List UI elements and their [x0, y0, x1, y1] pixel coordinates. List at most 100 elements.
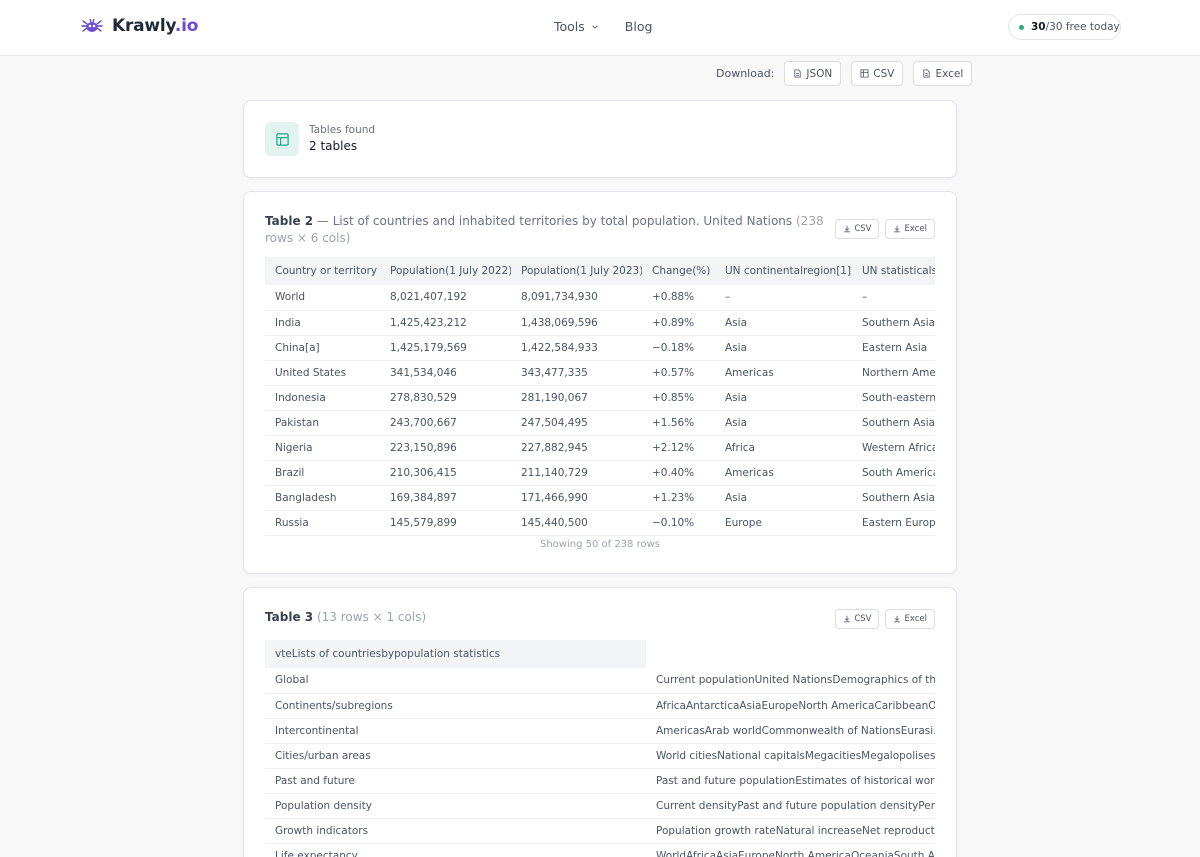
column-header: Population(1 July 2023) — [511, 257, 642, 285]
table-row: Population density Current densityPast an… — [265, 793, 935, 819]
table-cell: Past and future — [265, 768, 646, 794]
column-header: Country or territory — [265, 257, 380, 285]
table-3-csv-label: CSV — [854, 614, 872, 624]
download-csv-button[interactable]: CSV — [851, 61, 904, 86]
table-cell: +0.89% — [642, 310, 715, 336]
table-cell: 1,425,179,569 — [380, 335, 511, 361]
table-cell: Western Africa — [852, 435, 935, 461]
table-cell: 1,425,423,212 — [380, 310, 511, 336]
credits-text: 30/30 free today — [1031, 21, 1120, 33]
table-cell: World citiesNational capitalsMegacitiesM… — [646, 743, 935, 769]
table-2-name: Table 2 — [265, 214, 314, 228]
tables-found-value: 2 tables — [309, 139, 358, 153]
nav-tools[interactable]: Tools — [554, 19, 599, 34]
table-cell: United States — [265, 360, 380, 386]
table-cell: 247,504,495 — [511, 410, 642, 436]
table-cell: Indonesia — [265, 385, 380, 411]
table-row: Past and future Past and future populatio… — [265, 768, 935, 794]
nav-tools-label: Tools — [554, 19, 585, 34]
table-cell: Americas — [715, 460, 852, 486]
table-row: Cities/urban areas World citiesNational c… — [265, 743, 935, 769]
table-row: World 8,021,407,192 8,091,734,930 +0.88% – – — [265, 285, 935, 311]
download-excel-label: Excel — [935, 67, 964, 80]
table-cell: Asia — [715, 485, 852, 511]
table-cell: +0.57% — [642, 360, 715, 386]
table-row: Bangladesh 169,384,897 171,466,990 +1.23% As… — [265, 485, 935, 511]
table-cell: +1.23% — [642, 485, 715, 511]
table-row: Life expectancy WorldAfricaAsiaEuropeNort… — [265, 843, 935, 857]
table-row: Indonesia 278,830,529 281,190,067 +0.85% Asi… — [265, 385, 935, 411]
column-header — [646, 640, 935, 668]
download-json-label: JSON — [806, 67, 833, 80]
table-cell: Population growth rateNatural increaseNe… — [646, 818, 935, 844]
table-row: United States 341,534,046 343,477,335 +0.57… — [265, 360, 935, 386]
table-cell: – — [715, 285, 852, 311]
tables-found-card: Tables found 2 tables — [243, 100, 957, 178]
table-cell: +0.85% — [642, 385, 715, 411]
table-cell: 169,384,897 — [380, 485, 511, 511]
table-2-excel-label: Excel — [904, 224, 927, 234]
table-row: India 1,425,423,212 1,438,069,596 +0.89% Asi… — [265, 310, 935, 336]
tables-found-label: Tables found — [309, 124, 376, 136]
table-cell: 210,306,415 — [380, 460, 511, 486]
table-cell: Nigeria — [265, 435, 380, 461]
table-row: China[a] 1,425,179,569 1,422,584,933 −0.18%… — [265, 335, 935, 361]
table-cell: +0.88% — [642, 285, 715, 311]
table-cell: WorldAfricaAsiaEuropeNorth AmericaOceani… — [646, 843, 935, 857]
table-cell: Brazil — [265, 460, 380, 486]
download-icon — [894, 225, 901, 233]
table-cell: Americas — [715, 360, 852, 386]
table-cell: 145,440,500 — [511, 510, 642, 536]
column-header: Change(%) — [642, 257, 715, 285]
table-2-caption: — List of countries and inhabited territ… — [313, 214, 793, 228]
table-cell: Current densityPast and future populatio… — [646, 793, 935, 819]
table-cell: South America — [852, 460, 935, 486]
spider-logo-icon — [81, 18, 103, 32]
table-cell: Eastern Asia — [852, 335, 935, 361]
table-cell: Bangladesh — [265, 485, 380, 511]
table-cell: 223,150,896 — [380, 435, 511, 461]
showing-rows-text: Showing 50 of 238 rows — [539, 539, 660, 550]
table-icon — [860, 69, 869, 78]
table-cell: +0.40% — [642, 460, 715, 486]
table-2-excel-button[interactable]: Excel — [885, 219, 935, 239]
column-header: UN continentalregion[1] — [715, 257, 852, 285]
table-cell: 227,882,945 — [511, 435, 642, 461]
table-cell: Intercontinental — [265, 718, 646, 744]
table-row: Intercontinental AmericasArab worldCommon… — [265, 718, 935, 744]
chevron-down-icon — [592, 24, 598, 29]
table-cell: Asia — [715, 310, 852, 336]
table-cell: Current populationUnited NationsDemograp… — [646, 668, 935, 694]
table-cell: Southern Asia — [852, 310, 935, 336]
table-cell: 8,091,734,930 — [511, 285, 642, 311]
table-cell: 281,190,067 — [511, 385, 642, 411]
table-row: Nigeria 223,150,896 227,882,945 +2.12% Afric… — [265, 435, 935, 461]
nav-blog-label: Blog — [624, 19, 653, 34]
table-3-excel-button[interactable]: Excel — [885, 609, 935, 629]
table-row: Continents/subregions AfricaAntarcticaAsi… — [265, 693, 935, 719]
table-cell: +1.56% — [642, 410, 715, 436]
table-cell: World — [265, 285, 380, 311]
column-header: vteLists of countriesbypopulation statis… — [265, 640, 646, 668]
table-header-row: Country or territory Population(1 July 20… — [265, 257, 935, 285]
table-icon — [265, 122, 299, 156]
nav-blog[interactable]: Blog — [625, 19, 653, 34]
table-cell: +2.12% — [642, 435, 715, 461]
table-cell: 341,534,046 — [380, 360, 511, 386]
table-2-scroll[interactable]: Country or territory Population(1 July 20… — [265, 257, 935, 536]
table-cell: Southern Asia — [852, 410, 935, 436]
credits-badge[interactable]: 30/30 free today — [1008, 14, 1121, 40]
table-2-csv-button[interactable]: CSV — [835, 219, 880, 239]
download-excel-button[interactable]: Excel — [913, 61, 973, 86]
table-3-excel-label: Excel — [904, 614, 927, 624]
download-json-button[interactable]: JSON — [784, 61, 842, 86]
status-dot-icon — [1019, 24, 1024, 30]
table-cell: Global — [265, 668, 646, 694]
table-cell: 343,477,335 — [511, 360, 642, 386]
table-cell: Asia — [715, 385, 852, 411]
table-3-scroll[interactable]: vteLists of countriesbypopulation statis… — [265, 640, 935, 857]
table-3-card: Table 3 (13 rows × 1 cols) CSV Excel vte… — [243, 587, 957, 857]
table-3-csv-button[interactable]: CSV — [835, 609, 880, 629]
table-cell: Europe — [715, 510, 852, 536]
brand-logo[interactable]: Krawly.io — [80, 14, 198, 38]
